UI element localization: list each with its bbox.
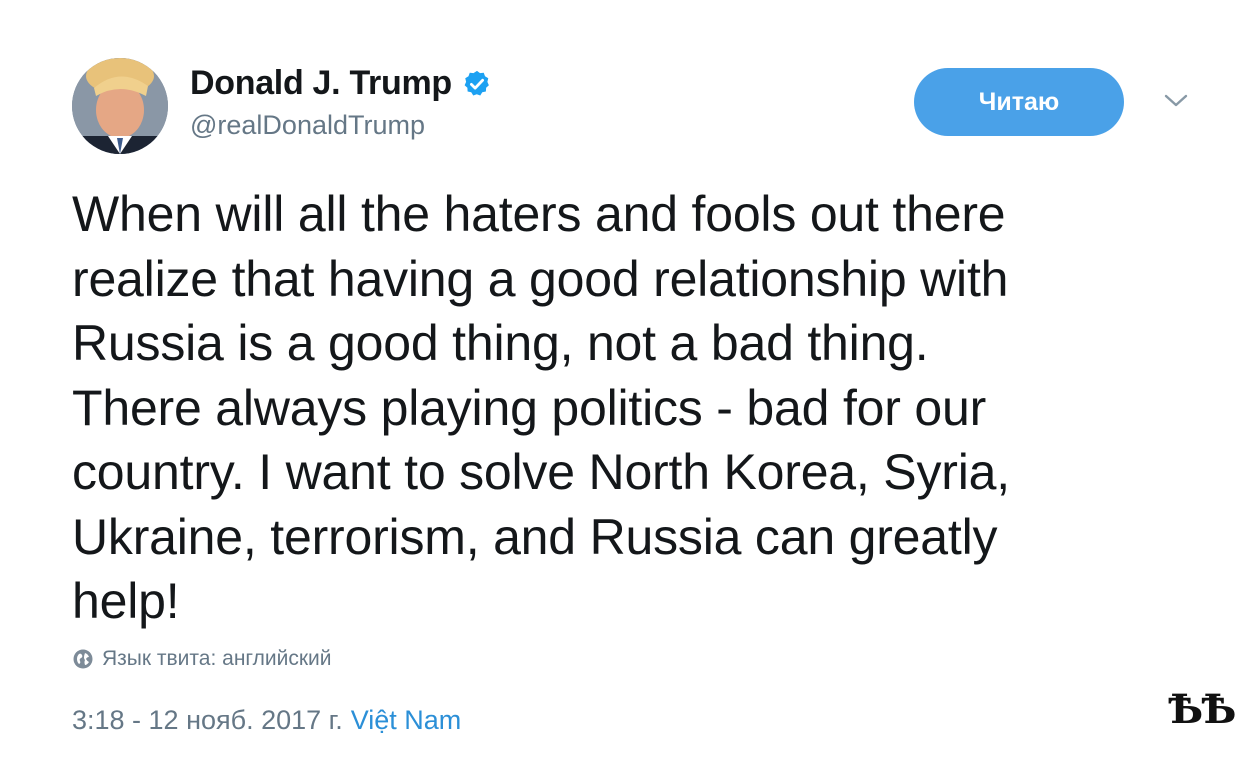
tweet-meta-row: 3:18 - 12 нояб. 2017 г. Việt Nam bbox=[72, 705, 461, 736]
author-display-name[interactable]: Donald J. Trump bbox=[190, 64, 452, 103]
avatar-image bbox=[72, 58, 168, 154]
author-handle[interactable]: @realDonaldTrump bbox=[190, 110, 425, 141]
tweet-language-row: Язык твита: английский bbox=[72, 647, 331, 671]
follow-button[interactable]: Читаю bbox=[914, 68, 1124, 136]
author-name-row: Donald J. Trump bbox=[190, 64, 492, 103]
tweet-text: When will all the haters and fools out t… bbox=[72, 186, 1010, 629]
globe-icon bbox=[72, 648, 94, 670]
verified-badge-icon bbox=[462, 69, 492, 99]
tweet-location-link[interactable]: Việt Nam bbox=[351, 705, 462, 736]
tweet-card: Donald J. Trump @realDonaldTrump Читаю W… bbox=[0, 0, 1260, 760]
avatar[interactable] bbox=[72, 58, 168, 154]
tweet-timestamp[interactable]: 3:18 - 12 нояб. 2017 г. bbox=[72, 705, 343, 736]
watermark-logo: ѢѢ bbox=[1168, 686, 1236, 733]
chevron-down-icon[interactable] bbox=[1163, 92, 1189, 110]
tweet-language-label[interactable]: Язык твита: английский bbox=[102, 647, 331, 671]
